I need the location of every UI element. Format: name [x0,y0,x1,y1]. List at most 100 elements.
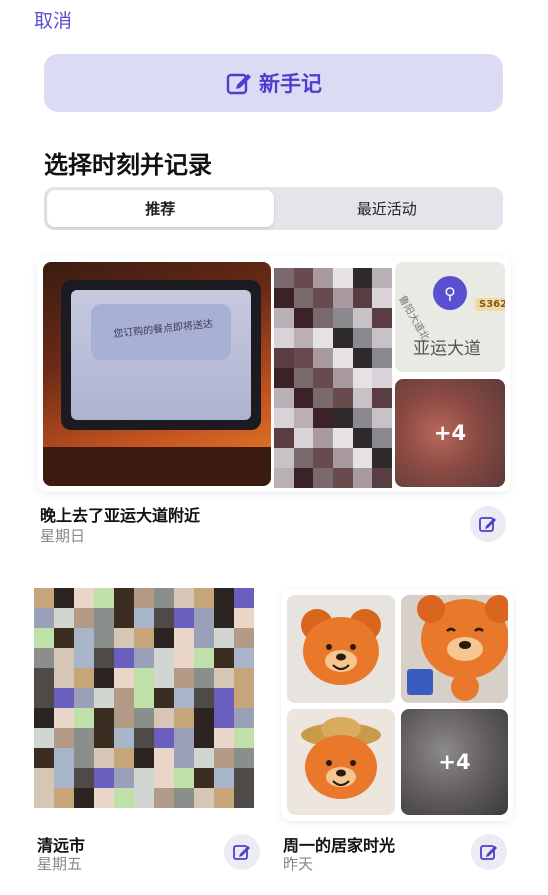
mosaic-cell [194,588,214,608]
mosaic-cell [134,708,154,728]
cancel-button[interactable]: 取消 [34,6,72,33]
mosaic-cell [54,648,74,668]
mosaic-cell [194,688,214,708]
mosaic-cell [154,728,174,748]
mosaic-cell [154,648,174,668]
mosaic-cell [194,788,214,808]
mosaic-cell [313,348,333,368]
compose-icon [479,517,496,532]
mosaic-cell [293,328,314,348]
map-thumbnail: 鲁阳大道北 ⚲ S362 亚运大道 [395,262,505,372]
mosaic-cell [74,688,94,708]
mosaic-cell [274,428,294,448]
mosaic-cell [34,628,54,648]
mosaic-cell [313,408,333,428]
mosaic-cell [234,628,254,648]
mosaic-cell [234,608,254,628]
more-count: +4 [433,421,467,445]
edit-moment-button[interactable] [224,834,260,870]
mosaic-cell [293,288,314,308]
mosaic-cell [274,368,294,388]
mosaic-cell [74,588,94,608]
mosaic-cell [74,768,94,788]
mosaic-cell [313,308,333,328]
mosaic-cell [154,768,174,788]
mosaic-cell [34,788,54,808]
edit-moment-button[interactable] [471,834,507,870]
mosaic-cell [234,668,254,688]
compose-icon [233,845,250,860]
mosaic-cell [352,308,373,328]
mosaic-cell [332,268,353,288]
mosaic-cell [293,408,314,428]
mosaic-cell [313,368,333,388]
mosaic-cell [293,448,314,468]
mosaic-cell [313,328,333,348]
mosaic-cell [214,608,234,628]
mosaic-cell [372,328,392,348]
mosaic-cell [54,788,74,808]
mosaic-cell [214,788,234,808]
mosaic-cell [54,748,74,768]
mosaic-cell [234,788,254,808]
mosaic-cell [174,768,194,788]
mosaic-cell [94,668,114,688]
mosaic-cell [54,708,74,728]
mosaic-cell [174,728,194,748]
mosaic-cell [114,628,134,648]
mosaic-cell [34,708,54,728]
segmented-control: 推荐 最近活动 [44,187,503,230]
mosaic-cell [154,668,174,688]
mosaic-cell [372,308,392,328]
tab-recommended[interactable]: 推荐 [47,190,274,227]
mosaic-cell [54,628,74,648]
mosaic-cell [114,668,134,688]
mosaic-cell [174,668,194,688]
mosaic-cell [293,348,314,368]
mosaic-cell [332,328,353,348]
more-count: +4 [438,750,471,774]
mosaic-cell [234,748,254,768]
mosaic-cell [54,608,74,628]
mosaic-cell [194,608,214,628]
mosaic-cell [274,348,294,368]
mosaic-cell [154,788,174,808]
mosaic-cell [34,748,54,768]
mosaic-cell [352,428,373,448]
mosaic-cell [234,708,254,728]
mosaic-cell [293,428,314,448]
moment-date: 昨天 [283,855,314,873]
moment-photo: 您订购的餐点即将送达 [43,262,271,486]
pixelated-photo [274,268,392,488]
mosaic-cell [114,608,134,628]
new-journal-button[interactable]: 新手记 [44,54,503,112]
mosaic-cell [94,588,114,608]
mosaic-cell [332,448,353,468]
moment-card-1[interactable]: 您订购的餐点即将送达 鲁阳大道北 ⚲ S362 亚运大道 +4 [37,256,511,492]
mosaic-cell [74,668,94,688]
mosaic-cell [114,588,134,608]
moment-card-3[interactable]: +4 [281,589,513,821]
tab-recent-activity[interactable]: 最近活动 [274,190,501,227]
mosaic-cell [114,728,134,748]
mosaic-cell [134,688,154,708]
more-photos-tile[interactable]: +4 [395,379,505,487]
mosaic-cell [134,788,154,808]
mosaic-cell [372,408,392,428]
more-photos-tile[interactable]: +4 [401,709,508,815]
plush-bear-photo [401,595,508,703]
moment-date: 星期五 [37,855,83,873]
mosaic-cell [332,428,353,448]
mosaic-cell [94,788,114,808]
mosaic-cell [372,368,392,388]
mosaic-cell [134,768,154,788]
mosaic-cell [214,648,234,668]
mosaic-cell [34,728,54,748]
mosaic-cell [274,268,294,288]
mosaic-cell [274,308,294,328]
mosaic-cell [34,668,54,688]
mosaic-cell [194,648,214,668]
mosaic-cell [174,748,194,768]
mosaic-cell [134,588,154,608]
edit-moment-button[interactable] [470,506,506,542]
